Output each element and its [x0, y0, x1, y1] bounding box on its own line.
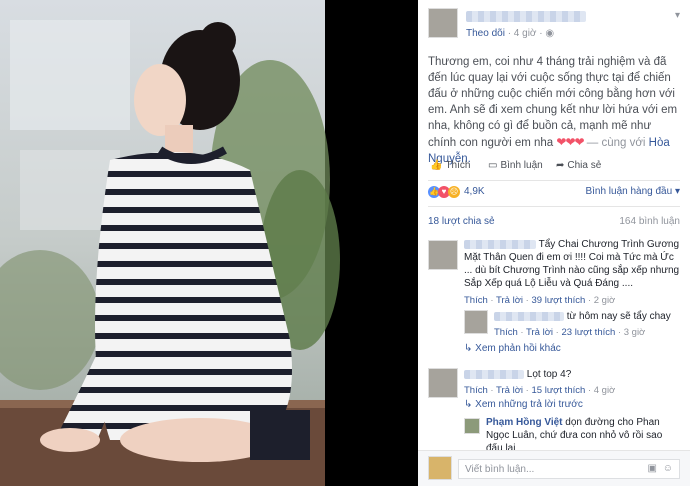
like-label: Thích [445, 160, 471, 171]
chevron-down-icon[interactable]: ▾ [675, 10, 680, 21]
post-panel: Theo dõi · 4 giờ · ◉ ▾ Thương em, coi nh… [418, 0, 690, 486]
replier-avatar[interactable] [464, 418, 480, 434]
comment-item: Lọt top 4? Thích · Trả lời · 15 lượt thí… [464, 368, 680, 397]
photo[interactable] [0, 0, 418, 486]
post-text: Thương em, coi như 4 tháng trải nghiệm v… [428, 56, 678, 149]
share-label: Chia sẻ [567, 160, 602, 171]
share-button[interactable]: ➦ Chia sẻ [556, 160, 601, 171]
comment-label: Bình luận [500, 160, 543, 171]
comment-reply-link[interactable]: Trả lời [496, 295, 523, 306]
replier-avatar[interactable] [464, 310, 488, 334]
globe-icon: ◉ [545, 28, 555, 39]
comment-time[interactable]: 2 giờ [594, 295, 616, 306]
comments-count[interactable]: 164 bình luận [619, 216, 680, 227]
camera-icon[interactable]: ▣ [648, 463, 657, 474]
caret-down-icon: ▾ [674, 186, 680, 197]
reply-arrow-icon: ↳ [464, 399, 473, 410]
post-meta: Theo dõi · 4 giờ · ◉ [466, 28, 554, 39]
reply-likes-count[interactable]: 23 lượt thích [562, 327, 616, 338]
comment-sort-dropdown[interactable]: Bình luận hàng đầu ▾ [585, 186, 680, 197]
replier-name-blurred[interactable] [494, 311, 564, 321]
comment-likes-count[interactable]: 39 lượt thích [532, 295, 586, 306]
reply-meta: Thích · Trả lời · 23 lượt thích · 3 giờ [494, 327, 646, 338]
photo-image [0, 0, 418, 486]
commenter-name-blurred[interactable] [464, 239, 536, 249]
like-button[interactable]: 👍 Thích [430, 160, 470, 171]
comment-text: Lọt top 4? [526, 369, 572, 380]
comment-button[interactable]: ▭ Bình luận [488, 160, 543, 171]
post-body: Thương em, coi như 4 tháng trải nghiệm v… [428, 54, 680, 167]
commenter-avatar[interactable] [428, 368, 458, 398]
comment-like-link[interactable]: Thích [464, 385, 488, 396]
comment-composer: Viết bình luận... ▣ ☺ [418, 450, 690, 486]
share-icon: ➦ [556, 160, 565, 171]
follow-link[interactable]: Theo dõi [466, 28, 505, 39]
post-header: Theo dõi · 4 giờ · ◉ ▾ [428, 8, 680, 44]
more-replies-label: Xem phản hồi khác [475, 343, 561, 354]
tagged-prefix: — cùng với [586, 137, 646, 149]
share-comment-stats: 18 lượt chia sẻ 164 bình luận [428, 216, 680, 227]
post-actions: 👍 Thích ▭ Bình luận ➦ Chia sẻ [428, 160, 680, 176]
comment-meta: Thích · Trả lời · 39 lượt thích · 2 giờ [464, 295, 616, 306]
replier-name[interactable]: Phạm Hồng Việt [486, 417, 563, 428]
divider [428, 180, 680, 181]
reply-arrow-icon: ↳ [464, 343, 473, 354]
author-avatar[interactable] [428, 8, 458, 38]
comment-icon: ▭ [488, 160, 498, 171]
reply-time[interactable]: 3 giờ [624, 327, 646, 338]
reply-like-link[interactable]: Thích [494, 327, 518, 338]
comment-input-placeholder: Viết bình luận... [465, 464, 535, 475]
hearts-emoji: ❤❤❤ [556, 135, 584, 149]
photo-viewer: Theo dõi · 4 giờ · ◉ ▾ Thương em, coi nh… [0, 0, 690, 486]
commenter-avatar[interactable] [428, 240, 458, 270]
reactions-count[interactable]: 4,9K [464, 186, 485, 197]
reactions-row: 👍 ♥ ☹ 4,9K Bình luận hàng đầu ▾ [428, 185, 680, 201]
sad-reaction-icon[interactable]: ☹ [448, 186, 460, 198]
comment-meta: Thích · Trả lời · 15 lượt thích · 4 giờ [464, 385, 616, 396]
previous-replies-label: Xem những trả lời trước [475, 399, 583, 410]
comment-reply-link[interactable]: Trả lời [496, 385, 523, 396]
reply-item: từ hôm nay sẽ tẩy chay Thích · Trả lời ·… [494, 310, 680, 339]
sort-label: Bình luận hàng đầu [585, 186, 673, 197]
previous-replies-link[interactable]: ↳ Xem những trả lời trước [464, 398, 583, 411]
comment-likes-count[interactable]: 15 lượt thích [532, 385, 586, 396]
reply-reply-link[interactable]: Trả lời [526, 327, 553, 338]
thumbs-up-icon: 👍 [430, 160, 443, 171]
comment-item: Tẩy Chai Chương Trình Gương Mặt Thân Que… [464, 238, 680, 307]
divider [428, 206, 680, 207]
more-replies-link[interactable]: ↳ Xem phản hồi khác [464, 342, 561, 355]
comment-like-link[interactable]: Thích [464, 295, 488, 306]
author-name-blurred[interactable] [466, 11, 586, 22]
comment-input[interactable]: Viết bình luận... ▣ ☺ [458, 459, 680, 479]
emoji-icon[interactable]: ☺ [663, 463, 673, 474]
post-time[interactable]: · 4 giờ · [508, 28, 543, 39]
current-user-avatar [428, 456, 452, 480]
comment-time[interactable]: 4 giờ [594, 385, 616, 396]
commenter-name-blurred[interactable] [464, 369, 524, 379]
shares-count[interactable]: 18 lượt chia sẻ [428, 216, 495, 227]
reply-text: từ hôm nay sẽ tẩy chay [566, 311, 671, 322]
